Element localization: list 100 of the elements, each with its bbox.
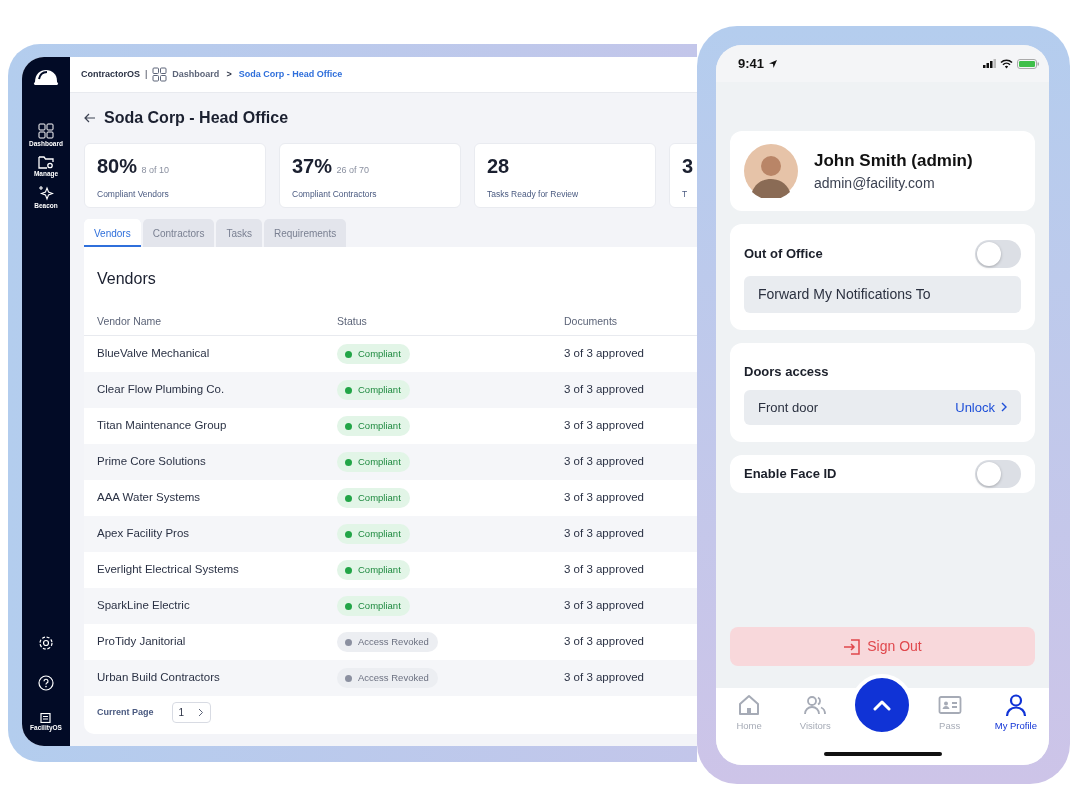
vendor-name: Urban Build Contractors [97, 670, 220, 686]
column-header: Vendor Name [97, 314, 162, 329]
stat-detail: 8 of 10 [141, 165, 169, 175]
table-row[interactable]: Everlight Electrical Systems Compliant 3 of 3 approved [84, 552, 697, 588]
vendor-name: SparkLine Electric [97, 598, 190, 614]
status-label: Access Revoked [358, 634, 429, 649]
forward-notifications-button[interactable]: Forward My Notifications To [744, 276, 1021, 313]
stat-label: Tasks Ready for Review [487, 188, 579, 201]
stat-value: 3 [682, 155, 694, 177]
status-label: Compliant [358, 490, 401, 505]
breadcrumb-link[interactable]: Dashboard [172, 67, 220, 82]
breadcrumb-link[interactable]: Soda Corp - Head Office [238, 67, 343, 82]
page-title: Soda Corp - Head Office [104, 108, 289, 128]
status-label: Compliant [358, 346, 401, 361]
toggle-switch[interactable] [975, 460, 1021, 488]
status-dot [345, 386, 352, 394]
documents-cell-text: 3 of 3 approved [564, 526, 644, 542]
status-dot [345, 458, 352, 466]
stat-label: Compliant Vendors [97, 188, 169, 201]
home-icon [737, 693, 762, 717]
table-row[interactable]: Apex Facility Pros Compliant 3 of 3 approved [84, 516, 697, 552]
battery-icon [1017, 58, 1039, 69]
id-card-icon [937, 693, 962, 717]
setting-label: Enable Face ID [744, 465, 837, 484]
documents-cell-text: 3 of 3 approved [564, 670, 644, 686]
vendor-name: Prime Core Solutions [97, 454, 206, 470]
table-row[interactable]: Clear Flow Plumbing Co. Compliant 3 of 3 approved [84, 372, 697, 408]
breadcrumb-divider: > [226, 67, 232, 81]
back-arrow-icon[interactable] [84, 113, 96, 123]
signal-icon [982, 59, 997, 68]
building-icon [40, 713, 52, 724]
vendor-name: AAA Water Systems [97, 490, 201, 506]
status-label: Compliant [358, 562, 401, 577]
sign-out-icon [843, 637, 862, 656]
card-title: Doors access [744, 363, 829, 381]
separator: | [145, 67, 148, 81]
vendor-name: Apex Facility Pros [97, 526, 190, 542]
vendor-name: Everlight Electrical Systems [97, 562, 239, 578]
stat-value: 28 [487, 155, 510, 177]
grid-icon [152, 67, 168, 82]
settings-icon[interactable] [38, 635, 54, 652]
setting-label: Out of Office [744, 245, 823, 264]
unlock-link[interactable]: Unlock [955, 397, 1007, 417]
table-row[interactable]: Urban Build Contractors Access Revoked 3 of 3 approved [84, 660, 697, 696]
table-row[interactable]: Titan Maintenance Group Compliant 3 of 3 approved [84, 408, 697, 444]
documents-cell-text: 3 of 3 approved [564, 454, 644, 470]
user-name: John Smith (admin) [814, 149, 973, 172]
table-row[interactable]: SparkLine Electric Compliant 3 of 3 approved [84, 588, 697, 624]
section-title: Vendors [96, 269, 157, 289]
stat-label: T [682, 188, 688, 201]
door-name: Front door [758, 398, 818, 417]
sparkles-icon [38, 184, 54, 201]
hard-hat-logo [33, 67, 59, 87]
vendor-name: ProTidy Janitorial [97, 634, 186, 650]
stat-value: 37% [292, 155, 333, 177]
page-select[interactable]: 1 [171, 702, 212, 723]
status-label: Access Revoked [358, 670, 429, 685]
column-header: Documents [564, 314, 618, 329]
status-dot [345, 350, 352, 358]
chevron-up-icon [873, 699, 892, 711]
vendor-name: Clear Flow Plumbing Co. [97, 382, 225, 398]
documents-cell-text: 3 of 3 approved [564, 598, 644, 614]
documents-cell-text: 3 of 3 approved [564, 418, 644, 434]
documents-cell-text: 3 of 3 approved [564, 490, 644, 506]
status-dot [345, 566, 352, 574]
person-icon [1003, 693, 1028, 717]
people-icon [803, 693, 828, 717]
status-dot [345, 602, 352, 610]
status-label: Compliant [358, 598, 401, 613]
status-dot [345, 674, 352, 682]
table-row[interactable]: Prime Core Solutions Compliant 3 of 3 approved [84, 444, 697, 480]
stat-detail: 26 of 70 [336, 165, 369, 175]
stat-value: 80% [97, 155, 138, 177]
stat-label: Compliant Contractors [292, 188, 377, 201]
grid-icon [38, 123, 54, 139]
documents-cell-text: 3 of 3 approved [564, 562, 644, 578]
avatar [744, 144, 798, 198]
vendor-name: Titan Maintenance Group [97, 418, 227, 434]
table-row[interactable]: AAA Water Systems Compliant 3 of 3 approved [84, 480, 697, 516]
tab-bar-item[interactable]: My Profile [985, 692, 1046, 765]
column-header: Status [337, 314, 367, 329]
folder-gear-icon [38, 154, 54, 169]
chevron-right-icon [1001, 402, 1007, 413]
table-row[interactable]: BlueValve Mechanical Compliant 3 of 3 approved [84, 336, 697, 372]
user-email: admin@facility.com [814, 174, 936, 194]
help-icon[interactable] [38, 675, 54, 692]
toggle-switch[interactable] [975, 240, 1021, 268]
clock: 9:41 [738, 54, 765, 73]
pager-label: Current Page [97, 705, 154, 719]
status-label: Compliant [358, 454, 401, 469]
documents-cell-text: 3 of 3 approved [564, 382, 644, 398]
tab[interactable]: Vendors [84, 219, 141, 247]
status-dot [345, 422, 352, 430]
status-dot [345, 638, 352, 646]
documents-cell-text: 3 of 3 approved [564, 346, 644, 362]
table-row[interactable]: ProTidy Janitorial Access Revoked 3 of 3 approved [84, 624, 697, 660]
app-name: ContractorOS [81, 67, 140, 81]
vendor-name: BlueValve Mechanical [97, 346, 210, 362]
status-label: Compliant [358, 418, 401, 433]
documents-cell-text: 3 of 3 approved [564, 634, 644, 650]
